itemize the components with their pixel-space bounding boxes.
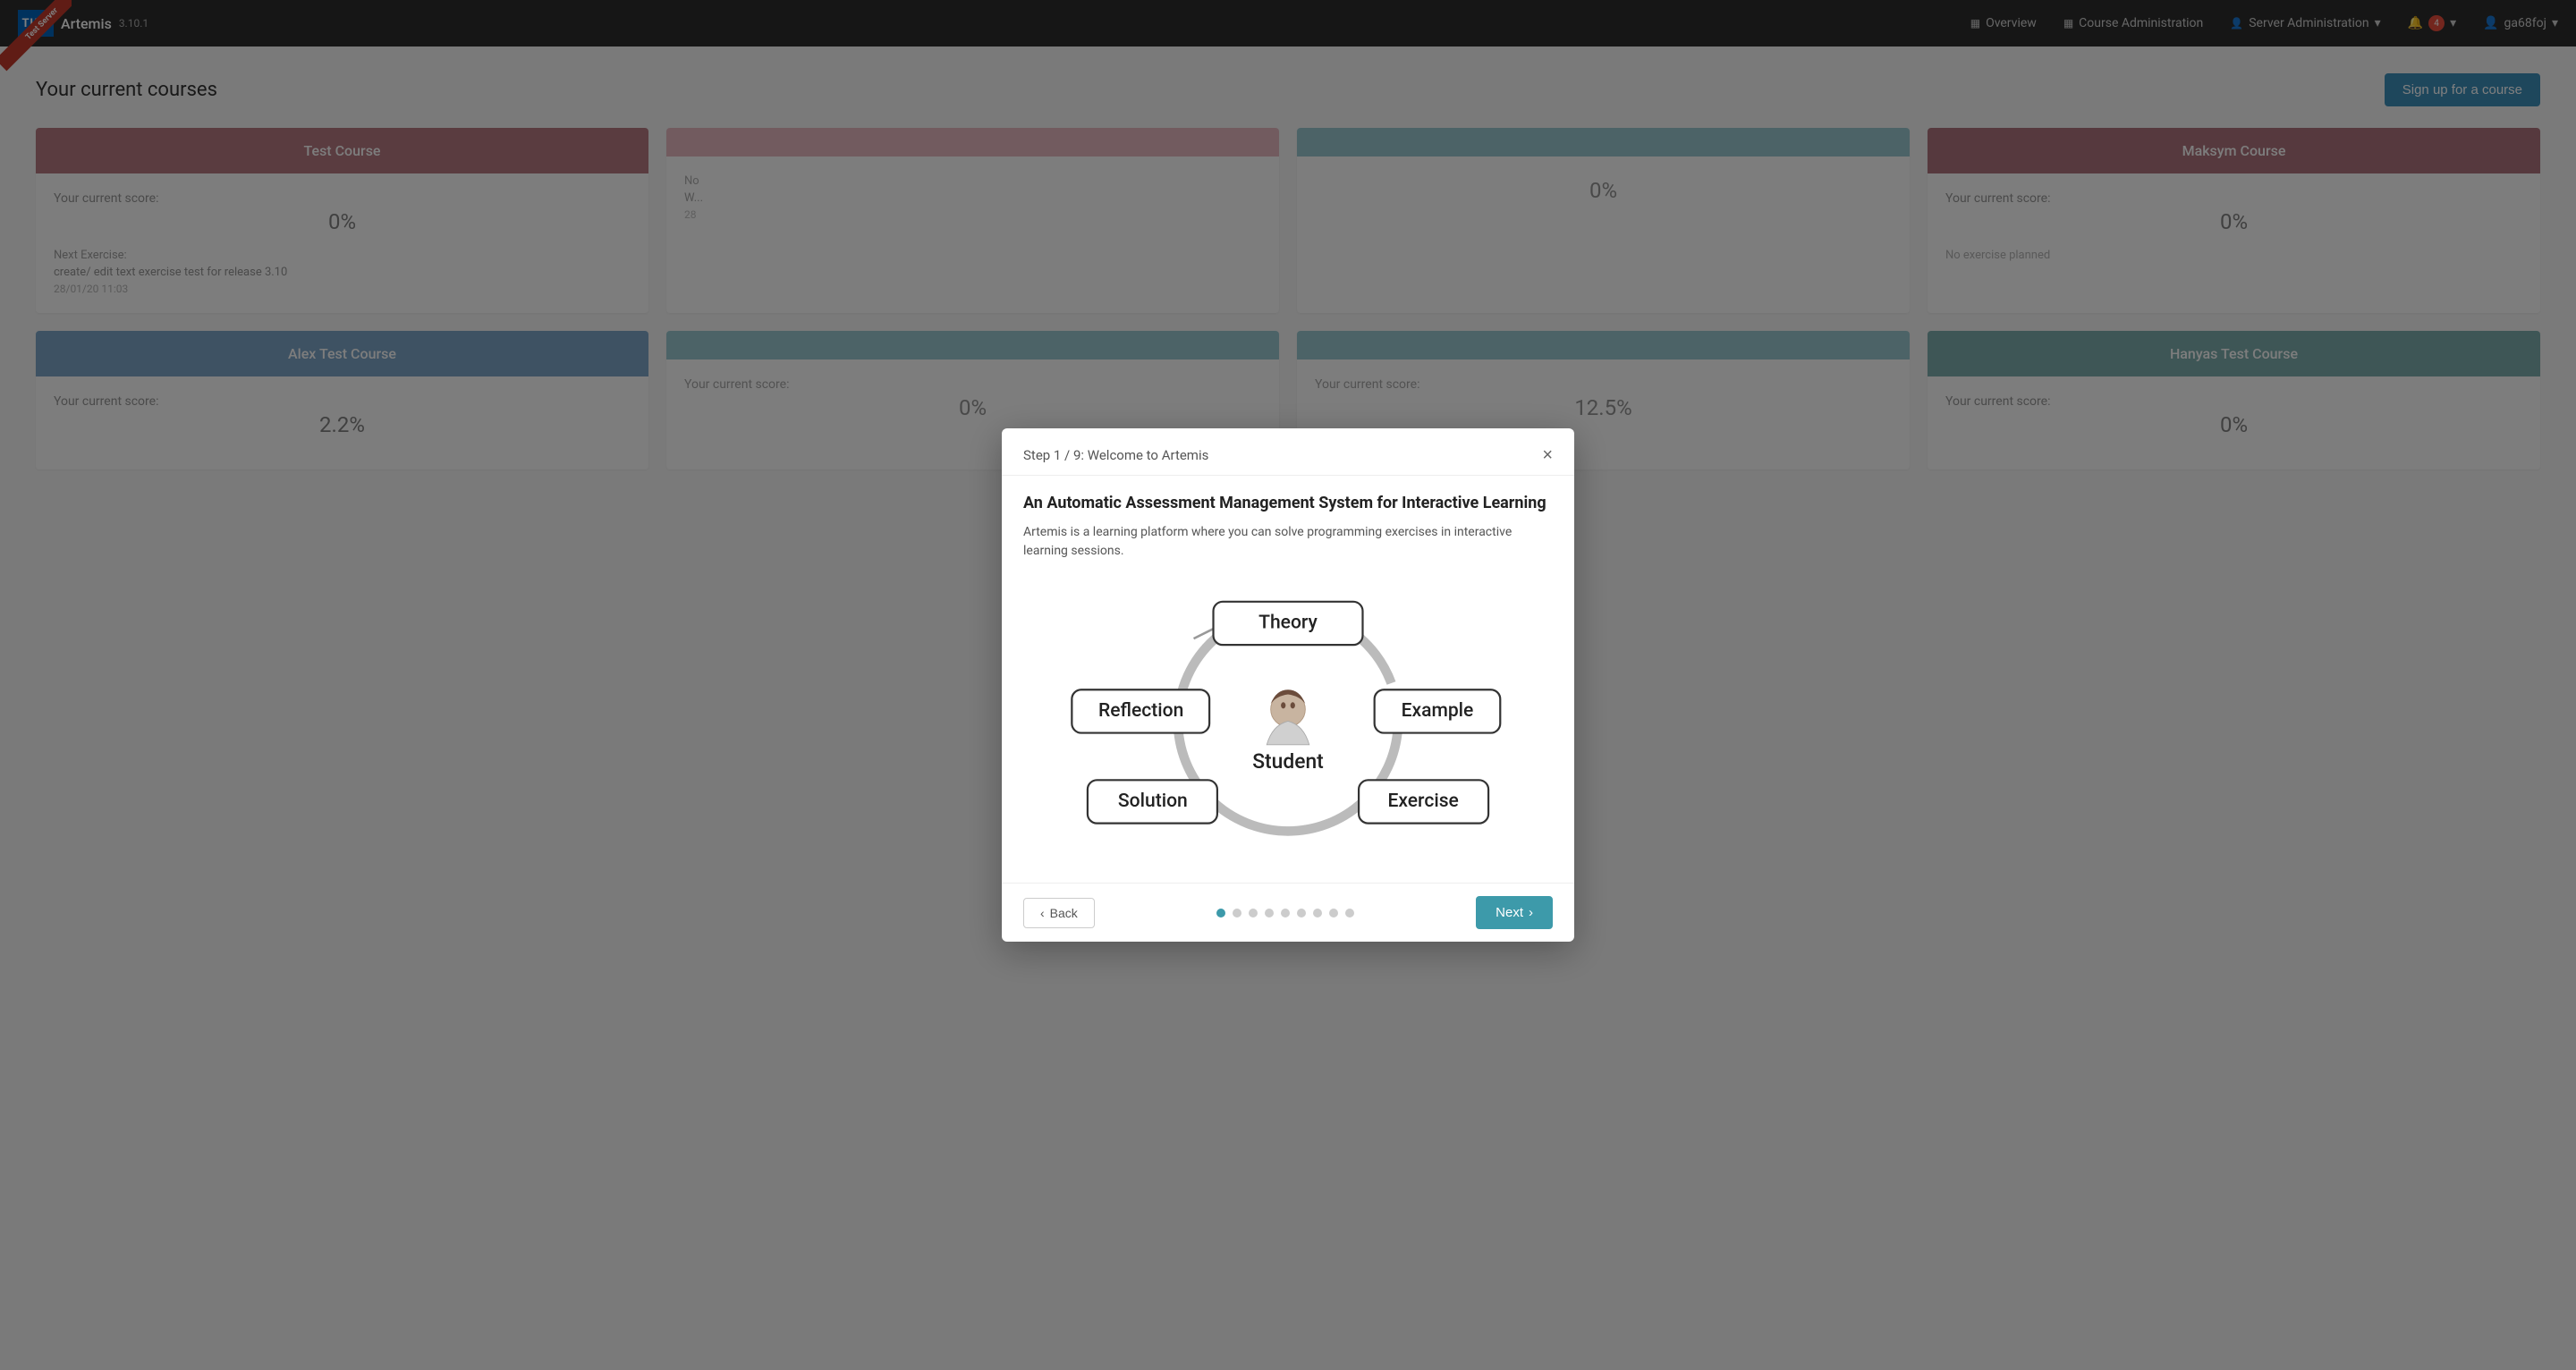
dot-5[interactable]	[1281, 909, 1290, 918]
dot-1[interactable]	[1216, 909, 1225, 918]
learning-cycle-diagram: Theory Example Exercise Solution Reflect…	[1023, 588, 1553, 847]
modal-footer: ‹ Back Next ›	[1002, 883, 1574, 942]
diagram-container: Theory Example Exercise Solution Reflect…	[1023, 579, 1553, 865]
dot-8[interactable]	[1329, 909, 1338, 918]
example-label: Example	[1402, 699, 1474, 722]
modal-header: Step 1 / 9: Welcome to Artemis ×	[1002, 428, 1574, 476]
modal: Step 1 / 9: Welcome to Artemis × An Auto…	[1002, 428, 1574, 942]
modal-overlay: Step 1 / 9: Welcome to Artemis × An Auto…	[0, 0, 2576, 1370]
dot-4[interactable]	[1265, 909, 1274, 918]
modal-step: Step 1 / 9: Welcome to Artemis	[1023, 447, 1208, 463]
next-chevron-icon: ›	[1529, 905, 1533, 920]
modal-body: An Automatic Assessment Management Syste…	[1002, 476, 1574, 883]
modal-title: An Automatic Assessment Management Syste…	[1023, 494, 1553, 512]
next-label: Next	[1496, 905, 1523, 920]
exercise-label: Exercise	[1387, 790, 1458, 812]
dot-2[interactable]	[1233, 909, 1241, 918]
theory-label: Theory	[1258, 612, 1318, 634]
back-button[interactable]: ‹ Back	[1023, 898, 1095, 928]
student-label: Student	[1252, 749, 1324, 774]
dot-3[interactable]	[1249, 909, 1258, 918]
dot-9[interactable]	[1345, 909, 1354, 918]
dot-6[interactable]	[1297, 909, 1306, 918]
back-chevron-icon: ‹	[1040, 906, 1045, 920]
next-button[interactable]: Next ›	[1476, 896, 1553, 929]
back-label: Back	[1050, 906, 1078, 920]
dot-7[interactable]	[1313, 909, 1322, 918]
solution-label: Solution	[1118, 790, 1188, 812]
modal-description: Artemis is a learning platform where you…	[1023, 523, 1553, 561]
pagination-dots	[1216, 909, 1354, 918]
reflection-label: Reflection	[1098, 699, 1183, 722]
modal-close-button[interactable]: ×	[1542, 446, 1553, 464]
